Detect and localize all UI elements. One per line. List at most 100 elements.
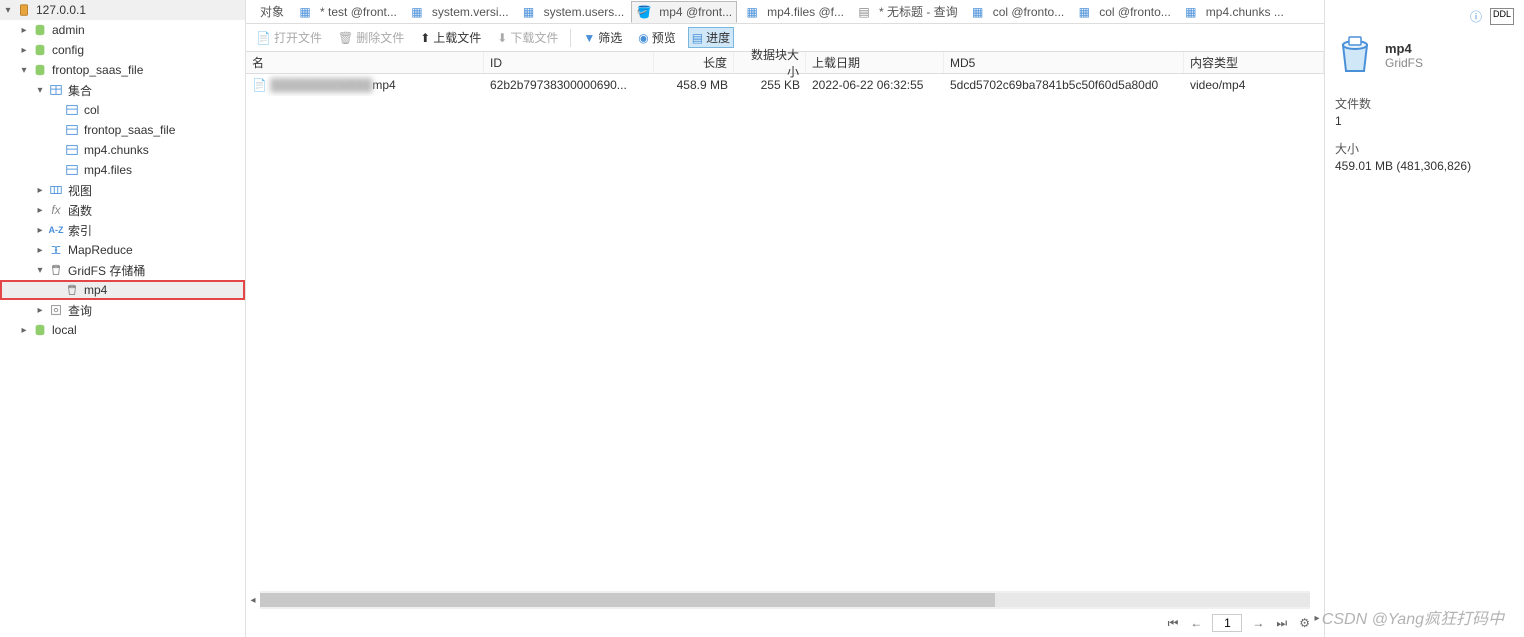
column-header-md5[interactable]: MD5 [944,52,1184,73]
button-label: 下载文件 [510,29,558,46]
scroll-left-icon[interactable]: ◂ [246,591,260,609]
content: 名 ID 长度 数据块大小 上载日期 MD5 内容类型 📄 ██████████… [246,52,1324,637]
tree-node-mapreduce[interactable]: ▸ MapReduce [0,240,245,260]
tree-node-label: 127.0.0.1 [36,3,86,17]
tree-node-db-admin[interactable]: ▸ admin [0,20,245,40]
tree-node-collection[interactable]: mp4.chunks [0,140,245,160]
chevron-right-icon: ▸ [18,24,30,36]
column-header-type[interactable]: 内容类型 [1184,52,1324,73]
progress-button[interactable]: ▤进度 [688,27,734,48]
cell-id: 62b2b79738300000690... [484,74,654,96]
stat-value: 1 [1335,114,1514,128]
download-file-button[interactable]: ⬇下载文件 [493,27,562,48]
page-prev-button[interactable]: ← [1188,616,1204,630]
page-last-button[interactable]: ⏭ [1274,616,1289,631]
tree-node-label: MapReduce [68,243,133,257]
column-header-date[interactable]: 上载日期 [806,52,944,73]
tree-node-db-frontop[interactable]: ▾ frontop_saas_file [0,60,245,80]
tree-node-bucket-mp4[interactable]: mp4 [0,280,245,300]
page-next-button[interactable]: → [1250,616,1266,630]
filter-icon: ▼ [583,31,595,45]
cell-md5: 5dcd5702c69ba7841b5c50f60d5a80d0 [944,74,1184,96]
tree-node-db-config[interactable]: ▸ config [0,40,245,60]
tree-node-label: mp4.files [84,163,132,177]
file-icon: 📄 [252,78,267,92]
stat-label: 大小 [1335,140,1514,157]
mapreduce-icon [48,242,64,258]
tab[interactable]: ▦* test @front... [292,1,402,23]
table-icon [64,122,80,138]
tab-active[interactable]: 🪣mp4 @front... [631,1,737,23]
tab[interactable]: ▤* 无标题 - 查询 [851,0,963,23]
bucket-large-icon [1335,35,1375,75]
chevron-down-icon: ▾ [34,264,46,276]
tree-node-label: admin [52,23,85,37]
info-icon[interactable]: ⓘ [1470,8,1482,25]
tree-node-collection[interactable]: frontop_saas_file [0,120,245,140]
upload-file-button[interactable]: ⬆上载文件 [416,27,485,48]
tab-label: system.versi... [432,5,509,19]
tree-node-label: frontop_saas_file [52,63,143,77]
cell-length: 458.9 MB [654,74,734,96]
tree-node-queries[interactable]: ▸ 查询 [0,300,245,320]
delete-icon: 🗑 [338,31,353,45]
tree-node-server[interactable]: ▾ 127.0.0.1 [0,0,245,20]
tree-node-label: col [84,103,99,117]
page-first-button[interactable]: ⏮ [1166,616,1181,631]
right-panel: ⓘ DDL mp4 GridFS 文件数 1 大小 459.01 MB (481… [1324,0,1524,637]
column-header-id[interactable]: ID [484,52,654,73]
tree-node-collection[interactable]: mp4.files [0,160,245,180]
delete-file-button[interactable]: 🗑删除文件 [334,27,408,48]
table-icon: ▦ [1183,4,1199,20]
tree-node-label: 索引 [68,222,92,239]
tree-node-db-local[interactable]: ▸ local [0,320,245,340]
stat-label: 文件数 [1335,95,1514,112]
view-icon [48,182,64,198]
column-header-chunk[interactable]: 数据块大小 [734,52,806,73]
tree-node-functions[interactable]: ▸ fx 函数 [0,200,245,220]
tree-node-collections[interactable]: ▾ 集合 [0,80,245,100]
database-icon [32,42,48,58]
page-input[interactable] [1212,614,1242,632]
filter-button[interactable]: ▼筛选 [579,27,626,48]
chevron-right-icon: ▸ [34,204,46,216]
horizontal-scrollbar[interactable]: ◂ ▸ [246,591,1324,609]
tree-node-collection[interactable]: col [0,100,245,120]
stat-value: 459.01 MB (481,306,826) [1335,159,1514,173]
tab[interactable]: ▦ col @fronto... [965,1,1070,23]
tree-node-gridfs[interactable]: ▾ GridFS 存储桶 [0,260,245,280]
button-label: 筛选 [598,29,622,46]
table-icon: ▦ [297,4,313,20]
database-icon [32,322,48,338]
panel-title: mp4 [1385,41,1423,56]
function-icon: fx [48,202,64,218]
tree-node-views[interactable]: ▸ 视图 [0,180,245,200]
tab[interactable]: ▦system.versi... [404,1,514,23]
tab-label: col @fronto... [993,5,1065,19]
tab[interactable]: ▦mp4.files @f... [739,1,849,23]
database-icon [32,22,48,38]
table-icon: ▦ [521,4,537,20]
table-icon [64,142,80,158]
table-row[interactable]: 📄 ████████████mp4 62b2b79738300000690...… [246,74,1324,96]
index-icon: A-Z [48,222,64,238]
chevron-down-icon: ▾ [2,4,14,16]
tab[interactable]: ▦system.users... [516,1,630,23]
tab[interactable]: ▦ mp4.chunks ... [1178,1,1289,23]
tab-label: mp4.chunks ... [1206,5,1284,19]
cell-type: video/mp4 [1184,74,1324,96]
table-icon: ▦ [970,4,986,20]
tab-leading-label[interactable]: 对象 [254,3,290,20]
column-header-name[interactable]: 名 [246,52,484,73]
table-header: 名 ID 长度 数据块大小 上载日期 MD5 内容类型 [246,52,1324,74]
scroll-right-icon[interactable]: ▸ [1310,609,1324,627]
ddl-icon[interactable]: DDL [1490,8,1514,25]
table-body: 📄 ████████████mp4 62b2b79738300000690...… [246,74,1324,591]
column-header-length[interactable]: 长度 [654,52,734,73]
tab[interactable]: ▦col @fronto... [1071,1,1176,23]
button-label: 删除文件 [356,29,404,46]
open-file-button[interactable]: 📄打开文件 [252,27,326,48]
tree-node-indexes[interactable]: ▸ A-Z 索引 [0,220,245,240]
preview-button[interactable]: ◉预览 [634,27,680,48]
table-icon [48,82,64,98]
